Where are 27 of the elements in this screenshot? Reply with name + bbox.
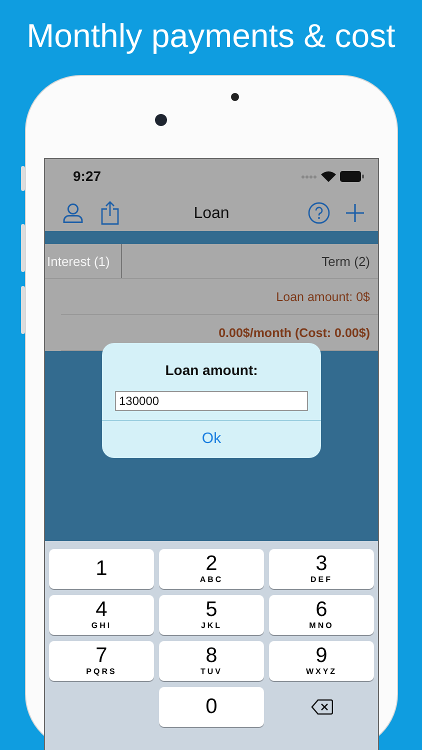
keypad-key[interactable]: 7 PQRS (49, 641, 154, 681)
keypad-key[interactable]: 0 (159, 687, 264, 727)
keypad-key[interactable]: 1 (49, 549, 154, 589)
keypad-key[interactable]: 8 TUV (159, 641, 264, 681)
status-time: 9:27 (73, 167, 102, 186)
sensor-dot (231, 93, 239, 101)
amount-field[interactable]: 130000 (115, 391, 308, 411)
keypad-key[interactable]: 5 JKL (159, 595, 264, 635)
keypad-key[interactable]: 9 WXYZ (269, 641, 374, 681)
keypad-key[interactable]: 4 GHI (49, 595, 154, 635)
keypad-key[interactable]: 6 MNO (269, 595, 374, 635)
help-icon[interactable] (308, 202, 330, 224)
keypad-key[interactable]: 3 DEF (269, 549, 374, 589)
nav-title: Loan (194, 205, 230, 222)
battery-icon (340, 171, 364, 182)
keypad-key[interactable]: 2 ABC (159, 549, 264, 589)
dialog-title: Loan amount: (165, 362, 258, 378)
headline: Monthly payments & cost (26, 16, 396, 56)
column-header[interactable]: Term (2) (122, 244, 378, 278)
wifi-icon (321, 171, 336, 182)
backspace-icon[interactable] (310, 699, 332, 715)
result-row: Loan amount: 0$ (61, 279, 378, 315)
camera-lens (155, 114, 167, 126)
share-icon[interactable] (101, 200, 119, 224)
person-icon[interactable] (63, 202, 83, 222)
add-icon[interactable] (346, 204, 364, 222)
signal-icon (301, 174, 317, 178)
